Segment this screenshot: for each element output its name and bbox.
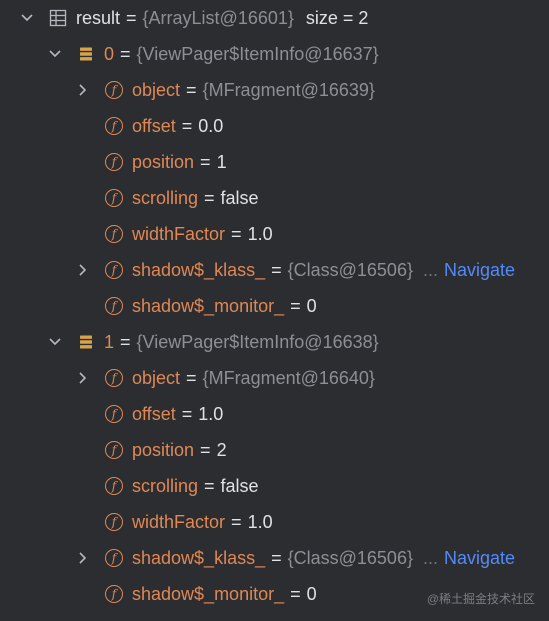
field-value: 1.0: [198, 403, 224, 424]
variable-name: result: [76, 7, 121, 28]
chevron-right-icon[interactable]: [76, 263, 90, 277]
tree-row-field-scrolling[interactable]: f scrolling = false: [0, 180, 549, 216]
navigate-link[interactable]: Navigate: [444, 548, 515, 569]
field-icon: f: [104, 440, 124, 460]
field-icon: f: [104, 476, 124, 496]
navigate-ellipsis: ...: [422, 259, 438, 280]
chevron-right-icon[interactable]: [76, 371, 90, 385]
equals-sign: =: [231, 511, 242, 532]
field-reference: {MFragment@16639}: [202, 79, 375, 100]
field-name: widthFactor: [132, 511, 226, 532]
field-icon: f: [104, 584, 124, 604]
field-value: 1.0: [247, 511, 273, 532]
tree-row-field-offset[interactable]: f offset = 0.0: [0, 108, 549, 144]
watermark: @稀土掘金技术社区: [426, 592, 535, 606]
field-name: shadow$_monitor_: [132, 295, 285, 316]
equals-sign: =: [271, 259, 282, 280]
tree-row-field-object[interactable]: f object = {MFragment@16639}: [0, 72, 549, 108]
field-value: 0.0: [198, 115, 224, 136]
tree-row-field-object[interactable]: f object = {MFragment@16640}: [0, 360, 549, 396]
tree-row-result[interactable]: result = {ArrayList@16601} size = 2: [0, 0, 549, 36]
field-name: offset: [132, 403, 176, 424]
tree-row-field-shadow-klass[interactable]: f shadow$_klass_ = {Class@16506} ... Nav…: [0, 540, 549, 576]
field-icon: f: [104, 80, 124, 100]
field-icon: f: [104, 152, 124, 172]
field-name: object: [132, 79, 181, 100]
equals-sign: =: [290, 295, 301, 316]
field-icon: f: [104, 368, 124, 388]
equals-sign: =: [204, 475, 215, 496]
equals-sign: =: [231, 223, 242, 244]
field-name: object: [132, 367, 181, 388]
equals-sign: =: [204, 187, 215, 208]
field-icon: f: [104, 548, 124, 568]
field-reference: {Class@16506}: [287, 259, 413, 280]
equals-sign: =: [126, 7, 137, 28]
equals-sign: =: [200, 439, 211, 460]
field-name: shadow$_klass_: [132, 547, 266, 568]
tree-row-field-widthfactor[interactable]: f widthFactor = 1.0: [0, 216, 549, 252]
tree-row-item-0[interactable]: 0 = {ViewPager$ItemInfo@16637}: [0, 36, 549, 72]
item-reference: {ViewPager$ItemInfo@16638}: [136, 331, 379, 352]
variable-reference: {ArrayList@16601}: [142, 7, 294, 28]
chevron-right-icon[interactable]: [76, 83, 90, 97]
object-icon: [76, 44, 96, 64]
navigate-ellipsis: ...: [422, 547, 438, 568]
object-icon: [76, 332, 96, 352]
tree-row-field-shadow-monitor[interactable]: f shadow$_monitor_ = 0: [0, 288, 549, 324]
chevron-right-icon[interactable]: [76, 551, 90, 565]
equals-sign: =: [181, 403, 193, 424]
equals-sign: =: [120, 331, 131, 352]
field-value: false: [220, 475, 259, 496]
tree-row-field-offset[interactable]: f offset = 1.0: [0, 396, 549, 432]
field-name: offset: [132, 115, 176, 136]
field-icon: f: [104, 188, 124, 208]
field-icon: f: [104, 224, 124, 244]
field-value: 2: [216, 439, 227, 460]
equals-sign: =: [186, 79, 197, 100]
variable-size: size = 2: [305, 7, 369, 28]
field-name: shadow$_monitor_: [132, 583, 285, 604]
equals-sign: =: [200, 151, 211, 172]
field-name: shadow$_klass_: [132, 259, 266, 280]
item-index: 0: [104, 43, 115, 64]
tree-row-field-position[interactable]: f position = 1: [0, 144, 549, 180]
tree-row-item-1[interactable]: 1 = {ViewPager$ItemInfo@16638}: [0, 324, 549, 360]
tree-row-field-scrolling[interactable]: f scrolling = false: [0, 468, 549, 504]
field-icon: f: [104, 296, 124, 316]
equals-sign: =: [271, 547, 282, 568]
field-reference: {MFragment@16640}: [202, 367, 375, 388]
field-icon: f: [104, 116, 124, 136]
chevron-down-icon[interactable]: [48, 47, 62, 61]
field-value: 1.0: [247, 223, 273, 244]
tree-row-field-shadow-klass[interactable]: f shadow$_klass_ = {Class@16506} ... Nav…: [0, 252, 549, 288]
field-name: position: [132, 151, 195, 172]
field-value: 0: [306, 295, 317, 316]
item-index: 1: [104, 331, 115, 352]
tree-row-field-widthfactor[interactable]: f widthFactor = 1.0: [0, 504, 549, 540]
field-icon: f: [104, 404, 124, 424]
field-icon: f: [104, 512, 124, 532]
chevron-down-icon[interactable]: [48, 335, 62, 349]
field-name: scrolling: [132, 475, 199, 496]
field-value: 0: [306, 583, 317, 604]
field-reference: {Class@16506}: [287, 547, 413, 568]
field-name: scrolling: [132, 187, 199, 208]
field-name: position: [132, 439, 195, 460]
item-reference: {ViewPager$ItemInfo@16637}: [136, 43, 379, 64]
navigate-link[interactable]: Navigate: [444, 260, 515, 281]
field-name: widthFactor: [132, 223, 226, 244]
chevron-down-icon[interactable]: [20, 11, 34, 25]
equals-sign: =: [181, 115, 193, 136]
field-value: 1: [216, 151, 227, 172]
equals-sign: =: [290, 583, 301, 604]
tree-row-field-position[interactable]: f position = 2: [0, 432, 549, 468]
field-value: false: [220, 187, 259, 208]
field-icon: f: [104, 260, 124, 280]
equals-sign: =: [186, 367, 197, 388]
equals-sign: =: [120, 43, 131, 64]
list-icon: [48, 8, 68, 28]
